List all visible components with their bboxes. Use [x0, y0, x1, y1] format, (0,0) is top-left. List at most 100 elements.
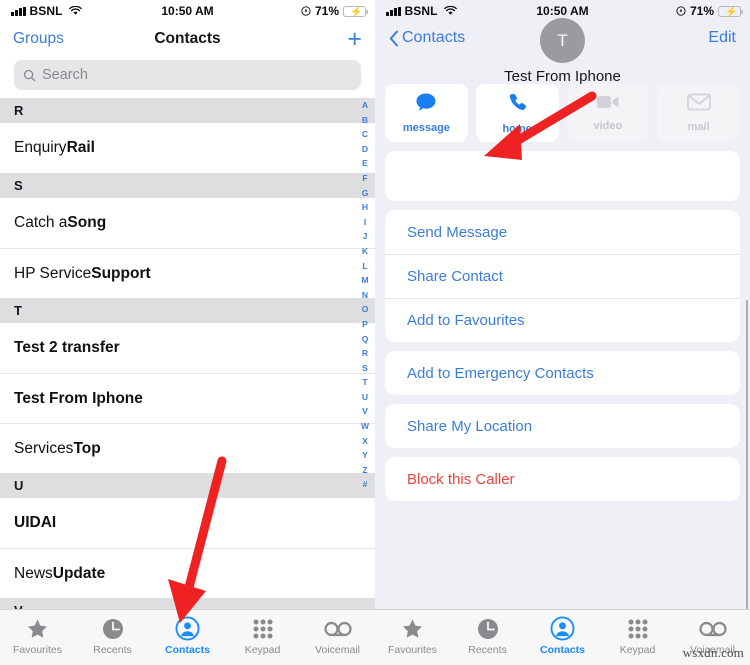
alphabet-index-letter[interactable]: J: [363, 229, 368, 244]
search-input[interactable]: Search: [14, 60, 361, 90]
alphabet-index-letter[interactable]: N: [362, 288, 368, 303]
contact-row[interactable]: Services Top: [0, 423, 375, 473]
action-item-add-to-emergency-contacts[interactable]: Add to Emergency Contacts: [385, 351, 740, 395]
alphabet-index-letter[interactable]: O: [362, 302, 369, 317]
arrow-anchor: [460, 460, 600, 540]
alphabet-index-letter[interactable]: U: [362, 390, 368, 405]
tab-label: Voicemail: [315, 644, 360, 656]
tab-favourites[interactable]: Favourites: [0, 616, 75, 656]
action-card: Share My Location: [385, 404, 740, 448]
alphabet-index-letter[interactable]: X: [362, 434, 368, 449]
contact-row[interactable]: UIDAI: [0, 498, 375, 548]
status-right-group: 71% ⚡: [301, 4, 368, 18]
tab-label: Favourites: [387, 644, 438, 656]
dual-screenshot: BSNL 10:50 AM 71% ⚡ Groups Contacts + Se…: [0, 0, 750, 665]
contact-last-name: UIDAI: [14, 514, 57, 531]
alphabet-index-letter[interactable]: G: [362, 186, 369, 201]
contact-row[interactable]: Enquiry Rail: [0, 123, 375, 173]
star-icon: [25, 616, 50, 641]
list-section-header: S: [0, 173, 375, 198]
tab-favourites[interactable]: Favourites: [375, 616, 450, 656]
phone-number-card[interactable]: [385, 151, 740, 201]
tab-bar-left[interactable]: Favourites Recents Contacts Keypad Voicemail: [0, 609, 375, 665]
person-circle-icon: [550, 616, 575, 641]
wifi-icon: [443, 6, 457, 15]
list-section-header: U: [0, 473, 375, 498]
contact-first-name: Enquiry: [14, 139, 67, 156]
quick-action-label: video: [593, 120, 623, 132]
tab-label: Recents: [468, 644, 507, 656]
contact-last-name: Test 2 transfer: [14, 339, 120, 356]
quick-action-row[interactable]: message home video mail: [385, 84, 740, 142]
alphabet-index-letter[interactable]: L: [362, 259, 367, 274]
left-phone-screen: BSNL 10:50 AM 71% ⚡ Groups Contacts + Se…: [0, 0, 375, 665]
chevron-left-icon: [389, 30, 398, 46]
tab-voicemail[interactable]: Voicemail: [300, 616, 375, 656]
groups-button[interactable]: Groups: [13, 30, 64, 48]
wifi-icon: [68, 6, 82, 15]
action-item-add-to-favourites[interactable]: Add to Favourites: [385, 298, 740, 342]
quick-action-mail: mail: [657, 84, 740, 142]
alphabet-index-letter[interactable]: S: [362, 361, 368, 376]
tab-keypad[interactable]: Keypad: [225, 616, 300, 656]
alphabet-index-letter[interactable]: D: [362, 142, 368, 157]
plus-icon[interactable]: +: [347, 27, 362, 52]
tab-contacts[interactable]: Contacts: [150, 616, 225, 656]
list-section-header: R: [0, 98, 375, 123]
alphabet-index-letter[interactable]: E: [362, 156, 368, 171]
alphabet-index[interactable]: A B C D E F G H I J K L M N O P Q R S T U V W X Y Z #: [358, 98, 372, 492]
quick-action-message[interactable]: message: [385, 84, 468, 142]
alphabet-index-letter[interactable]: H: [362, 200, 368, 215]
alphabet-index-letter[interactable]: F: [362, 171, 367, 186]
alphabet-index-letter[interactable]: K: [362, 244, 368, 259]
action-item-send-message[interactable]: Send Message: [385, 210, 740, 254]
contact-list[interactable]: R Enquiry Rail S Catch a Song HP Service Sup…: [0, 98, 375, 623]
location-arrow-icon: [301, 6, 311, 16]
tab-label: Contacts: [165, 644, 210, 656]
search-icon: [23, 69, 36, 81]
tab-recents[interactable]: Recents: [75, 616, 150, 656]
alphabet-index-letter[interactable]: M: [361, 273, 368, 288]
quick-action-video: video: [566, 84, 650, 142]
alphabet-index-letter[interactable]: B: [362, 113, 368, 128]
contact-last-name: Top: [73, 439, 101, 457]
tab-keypad[interactable]: Keypad: [600, 616, 675, 656]
alphabet-index-letter[interactable]: Y: [362, 448, 368, 463]
alphabet-index-letter[interactable]: I: [364, 215, 366, 230]
action-item-share-contact[interactable]: Share Contact: [385, 254, 740, 298]
alphabet-index-letter[interactable]: T: [362, 375, 367, 390]
person-circle-icon: [175, 616, 200, 641]
alphabet-index-letter[interactable]: Z: [362, 463, 367, 478]
list-section-header: T: [0, 298, 375, 323]
edit-button[interactable]: Edit: [708, 29, 736, 47]
back-label: Contacts: [402, 29, 466, 46]
action-item-share-my-location[interactable]: Share My Location: [385, 404, 740, 448]
alphabet-index-letter[interactable]: V: [362, 404, 368, 419]
tab-contacts[interactable]: Contacts: [525, 616, 600, 656]
contact-row[interactable]: Test 2 transfer: [0, 323, 375, 373]
alphabet-index-letter[interactable]: P: [362, 317, 368, 332]
alphabet-index-letter[interactable]: W: [361, 419, 369, 434]
alphabet-index-letter[interactable]: R: [362, 346, 368, 361]
action-group-container[interactable]: Send Message Share Contact Add to Favourit…: [385, 210, 740, 501]
alphabet-index-letter[interactable]: #: [363, 477, 368, 492]
voicemail-icon: [323, 616, 352, 641]
contact-row[interactable]: Catch a Song: [0, 198, 375, 248]
quick-action-label: message: [402, 122, 450, 134]
back-to-contacts-button[interactable]: Contacts: [389, 29, 465, 47]
alphabet-index-letter[interactable]: A: [362, 98, 368, 113]
message-bubble-icon: [415, 92, 437, 117]
quick-action-home[interactable]: home: [475, 84, 559, 142]
scrollbar[interactable]: [745, 300, 748, 620]
battery-percent-label: 71%: [689, 4, 714, 18]
contact-row[interactable]: HP Service Support: [0, 248, 375, 298]
contact-row[interactable]: News Update: [0, 548, 375, 598]
tab-recents[interactable]: Recents: [450, 616, 525, 656]
alphabet-index-letter[interactable]: Q: [362, 332, 369, 347]
alphabet-index-letter[interactable]: C: [362, 127, 368, 142]
contact-first-name: HP Service: [14, 264, 92, 282]
contact-row[interactable]: Test From Iphone: [0, 373, 375, 423]
contact-last-name: Rail: [66, 139, 95, 156]
tab-label: Recents: [93, 644, 132, 656]
contact-last-name: Test From Iphone: [14, 389, 143, 407]
